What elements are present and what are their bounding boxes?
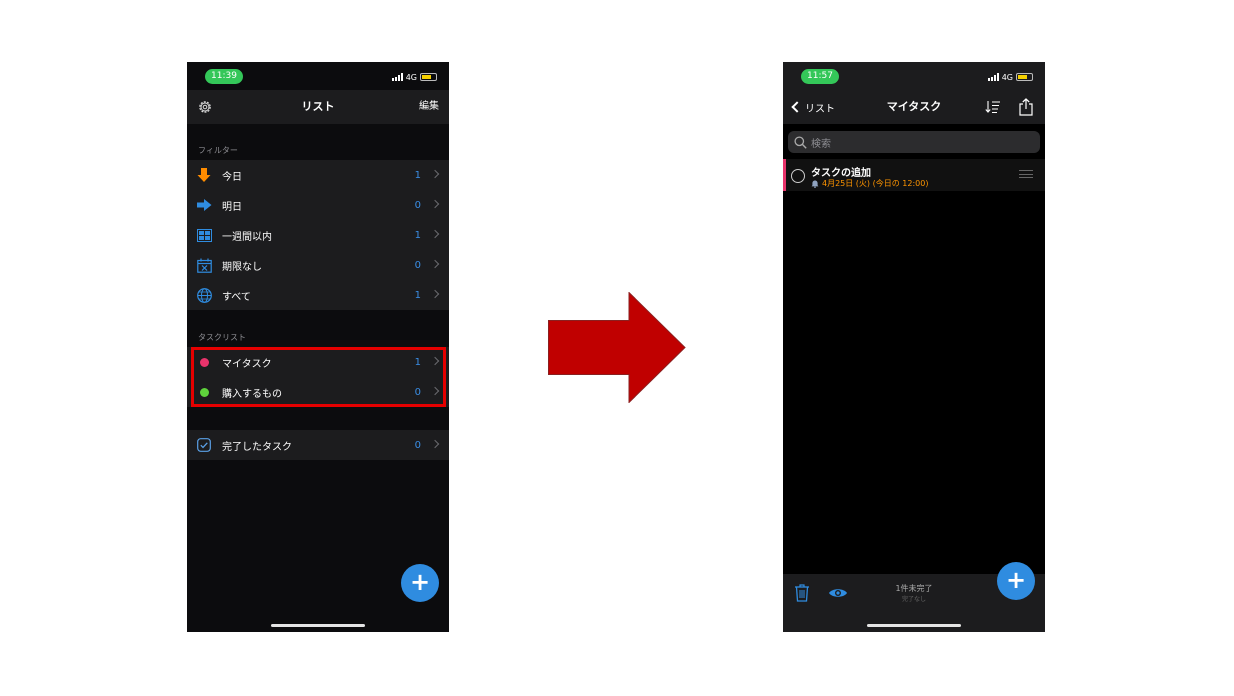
right-arrow-icon xyxy=(196,197,212,213)
filter-count: 1 xyxy=(414,169,421,181)
battery-icon xyxy=(1016,73,1033,81)
filter-item-all[interactable]: すべて 1 xyxy=(187,280,449,310)
checkbox-icon xyxy=(196,437,212,453)
signal-icon xyxy=(987,73,999,81)
status-indicators: 4G xyxy=(987,71,1033,83)
page-title: マイタスク xyxy=(886,100,942,113)
completed-group: 完了したタスク 0 xyxy=(187,430,449,460)
filter-label: 明日 xyxy=(222,201,242,213)
calendar-x-icon xyxy=(196,257,212,273)
filter-item-week[interactable]: 一週間以内 1 xyxy=(187,220,449,250)
chevron-right-icon xyxy=(430,289,440,299)
status-time: 11:39 xyxy=(205,69,243,84)
chevron-right-icon xyxy=(430,229,440,239)
task-due: 4月25日 (火) (今日の 12:00) xyxy=(811,178,928,189)
completed-label: 完了したタスク xyxy=(222,441,292,453)
task-color-bar xyxy=(783,159,786,191)
chevron-right-icon xyxy=(430,169,440,179)
completed-tasks-item[interactable]: 完了したタスク 0 xyxy=(187,430,449,460)
right-arrow-graphic xyxy=(548,292,686,403)
task-item[interactable]: タスクの追加 4月25日 (火) (今日の 12:00) xyxy=(783,159,1045,191)
nav-bar: リスト 編集 xyxy=(187,90,449,124)
task-due-text: 4月25日 (火) (今日の 12:00) xyxy=(822,179,929,188)
task-title: タスクの追加 xyxy=(811,168,871,179)
status-time: 11:57 xyxy=(801,69,839,84)
bell-icon xyxy=(811,180,819,188)
task-checkbox[interactable] xyxy=(791,169,805,183)
filter-label: 今日 xyxy=(222,171,242,183)
network-type: 4G xyxy=(1001,72,1013,82)
sort-icon[interactable] xyxy=(985,99,1001,115)
filter-label: 期限なし xyxy=(222,261,262,273)
filter-item-no-deadline[interactable]: 期限なし 0 xyxy=(187,250,449,280)
filter-count: 0 xyxy=(414,199,421,211)
share-icon[interactable] xyxy=(1018,98,1034,116)
home-indicator xyxy=(271,624,365,627)
network-type: 4G xyxy=(405,72,417,82)
filter-label: 一週間以内 xyxy=(222,231,272,243)
filter-label: すべて xyxy=(222,291,251,303)
search-icon xyxy=(794,135,807,149)
edit-button[interactable]: 編集 xyxy=(419,90,439,124)
filter-count: 1 xyxy=(414,289,421,301)
task-list-screen: 11:57 4G リスト マイタスク 検索 タスクの追加 4月25日 (火) (… xyxy=(783,62,1045,632)
highlight-box xyxy=(191,347,446,407)
add-button[interactable]: + xyxy=(401,564,439,602)
filter-section-label: フィルター xyxy=(198,146,238,155)
filter-count: 0 xyxy=(414,259,421,271)
page-title: リスト xyxy=(301,100,335,113)
home-indicator xyxy=(867,624,961,627)
down-arrow-icon xyxy=(196,167,212,183)
status-bar: 11:39 4G xyxy=(187,62,449,90)
filter-count: 1 xyxy=(414,229,421,241)
filter-item-tomorrow[interactable]: 明日 0 xyxy=(187,190,449,220)
signal-icon xyxy=(391,73,403,81)
drag-handle-icon[interactable] xyxy=(1019,170,1033,178)
week-grid-icon xyxy=(196,227,212,243)
chevron-right-icon xyxy=(430,199,440,209)
status-indicators: 4G xyxy=(391,71,437,83)
status-bar: 11:57 4G xyxy=(783,62,1045,90)
chevron-right-icon xyxy=(430,439,440,449)
chevron-right-icon xyxy=(430,259,440,269)
battery-icon xyxy=(420,73,437,81)
search-input[interactable]: 検索 xyxy=(788,131,1040,153)
nav-bar: リスト マイタスク xyxy=(783,90,1045,124)
filter-item-today[interactable]: 今日 1 xyxy=(187,160,449,190)
add-task-button[interactable]: + xyxy=(997,562,1035,600)
globe-icon xyxy=(196,287,212,303)
tasklist-section-label: タスクリスト xyxy=(198,333,246,342)
completed-count: 0 xyxy=(414,439,421,451)
filter-list: 今日 1 明日 0 一週間以内 1 期限なし 0 すべて 1 xyxy=(187,160,449,310)
search-placeholder: 検索 xyxy=(811,138,831,150)
